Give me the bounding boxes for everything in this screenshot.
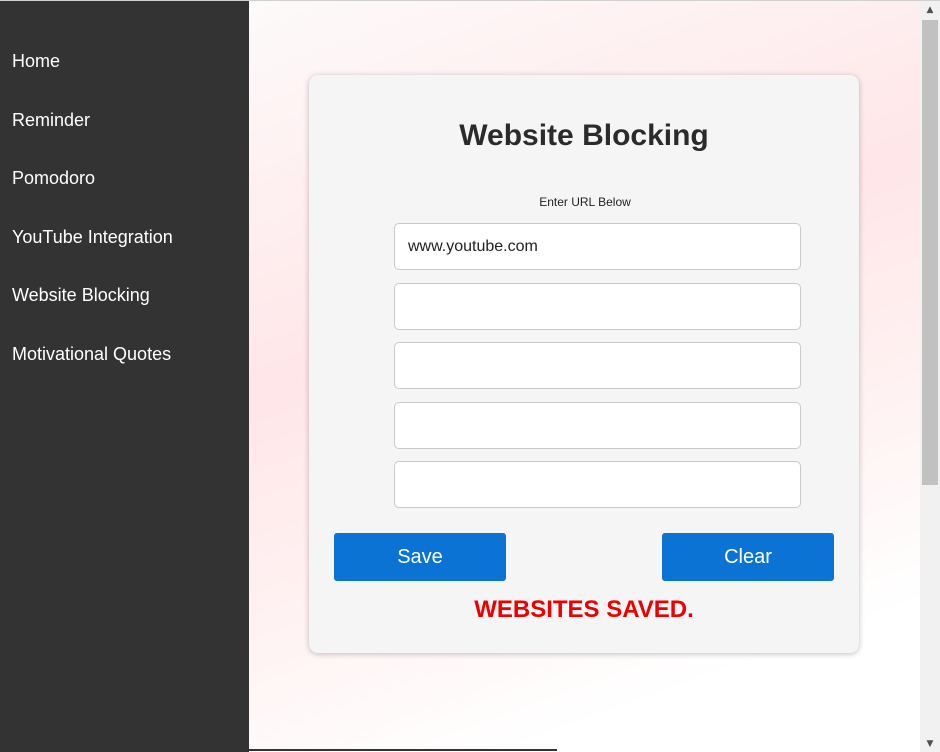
status-message: WEBSITES SAVED. — [474, 596, 694, 623]
url-input-2[interactable] — [394, 283, 801, 330]
url-input-3[interactable] — [394, 342, 801, 389]
vertical-scrollbar[interactable]: ▲ ▼ — [920, 1, 940, 752]
url-input-1[interactable] — [394, 223, 801, 270]
scroll-thumb[interactable] — [922, 20, 938, 485]
sidebar-item-home[interactable]: Home — [0, 39, 249, 98]
url-input-4[interactable] — [394, 402, 801, 449]
sidebar-item-motivational-quotes[interactable]: Motivational Quotes — [0, 332, 249, 391]
url-input-5[interactable] — [394, 461, 801, 508]
sidebar-item-youtube-integration[interactable]: YouTube Integration — [0, 215, 249, 274]
website-blocking-card: Website Blocking Enter URL Below Save Cl… — [309, 75, 859, 653]
clear-button[interactable]: Clear — [662, 533, 834, 581]
sidebar: Home Reminder Pomodoro YouTube Integrati… — [0, 1, 249, 752]
scroll-down-arrow-icon[interactable]: ▼ — [920, 735, 940, 752]
page-title: Website Blocking — [459, 119, 709, 152]
sidebar-item-website-blocking[interactable]: Website Blocking — [0, 273, 249, 332]
scroll-up-arrow-icon[interactable]: ▲ — [920, 1, 940, 18]
bottom-divider — [247, 749, 557, 751]
url-label: Enter URL Below — [539, 195, 631, 209]
sidebar-item-reminder[interactable]: Reminder — [0, 98, 249, 157]
main-content: Website Blocking Enter URL Below Save Cl… — [249, 1, 920, 752]
save-button[interactable]: Save — [334, 533, 506, 581]
sidebar-item-pomodoro[interactable]: Pomodoro — [0, 156, 249, 215]
